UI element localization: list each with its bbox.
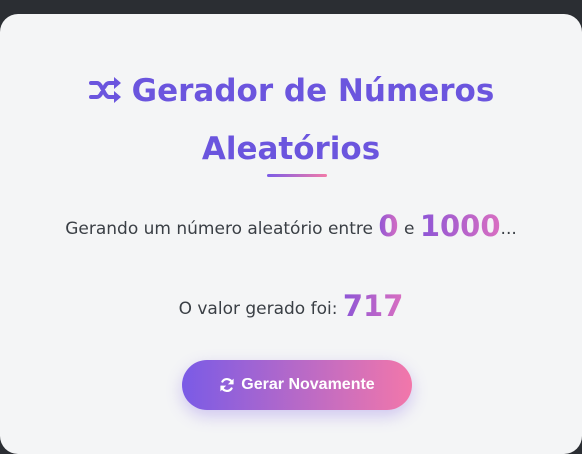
range-prefix: Gerando um número aleatório entre — [65, 219, 373, 239]
sync-icon — [220, 378, 234, 392]
page-title: Gerador de Números Aleatórios — [0, 62, 582, 178]
range-suffix: ... — [500, 219, 517, 239]
title-divider — [267, 174, 327, 177]
title-line-2: Aleatórios — [201, 131, 381, 167]
generate-again-button[interactable]: Gerar Novamente — [182, 360, 412, 410]
generate-again-label: Gerar Novamente — [241, 376, 375, 393]
title-line-1: Gerador de Números — [131, 73, 495, 109]
shuffle-icon — [88, 77, 121, 103]
result-value: 717 — [342, 289, 404, 323]
range-min: 0 — [378, 209, 399, 243]
result-label: O valor gerado foi: — [178, 299, 338, 319]
generator-card: Gerador de Números Aleatórios Gerando um… — [0, 14, 582, 454]
range-max: 1000 — [419, 209, 501, 243]
range-connector: e — [403, 219, 415, 239]
range-description: Gerando um número aleatório entre 0 e 10… — [0, 206, 582, 249]
result-description: O valor gerado foi: 717 — [0, 286, 582, 329]
